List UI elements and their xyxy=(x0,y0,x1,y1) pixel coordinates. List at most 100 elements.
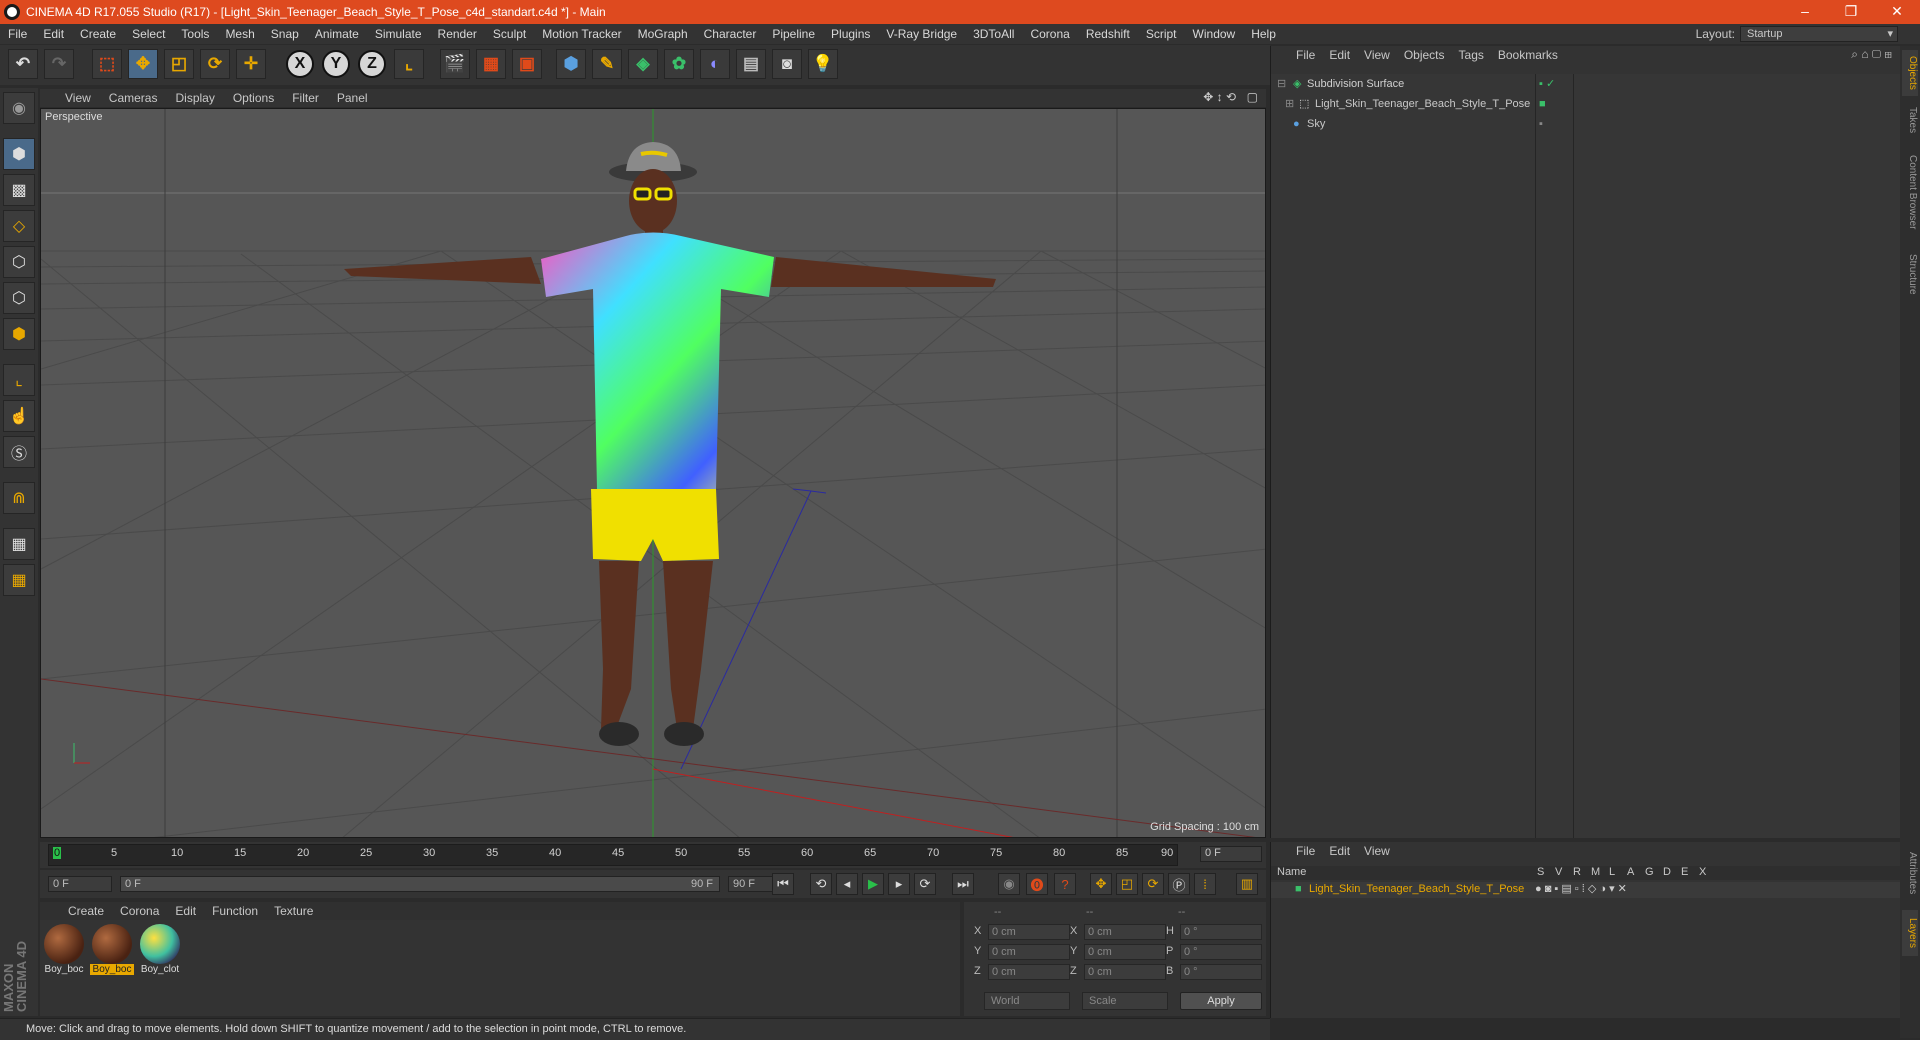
viewport-maximize-icon[interactable]: ▢ xyxy=(1247,90,1258,104)
playhead-marker[interactable]: 0 xyxy=(53,847,62,859)
workplane-lock-icon[interactable]: ▦ xyxy=(3,528,35,560)
object-name[interactable]: Light_Skin_Teenager_Beach_Style_T_Pose xyxy=(1315,94,1530,114)
subdivision-surface-icon[interactable]: ◈ xyxy=(628,49,658,79)
menu-tools[interactable]: Tools xyxy=(173,24,217,44)
menu-help[interactable]: Help xyxy=(1243,24,1284,44)
collapse-icon[interactable]: ⊟ xyxy=(1277,74,1286,94)
floor-environment-icon[interactable]: ▤ xyxy=(736,49,766,79)
next-frame-icon[interactable]: ▸ xyxy=(888,873,910,895)
coord-value[interactable]: 0 cm xyxy=(1084,924,1166,940)
solo-mode-icon[interactable]: Ⓢ xyxy=(3,436,35,468)
menu-vray-bridge[interactable]: V-Ray Bridge xyxy=(878,24,965,44)
points-mode-icon[interactable]: ⬡ xyxy=(3,246,35,278)
coord-value[interactable]: 0 cm xyxy=(988,964,1070,980)
menu-script[interactable]: Script xyxy=(1138,24,1185,44)
tab-layers[interactable]: Layers xyxy=(1902,910,1918,956)
layer-color-icon[interactable]: ■ xyxy=(1539,94,1546,114)
move-tool-icon[interactable]: ✥ xyxy=(128,49,158,79)
object-manager-search-icon[interactable]: ⌕ ⌂ ▢ ⊞ xyxy=(1851,47,1892,62)
y-axis-lock-button[interactable]: Y xyxy=(322,50,350,78)
coord-value[interactable]: 0 ° xyxy=(1180,964,1262,980)
material-swatch[interactable]: Boy_boc xyxy=(42,924,86,984)
material-menu-create[interactable]: Create xyxy=(60,904,112,918)
objects-menu-tags[interactable]: Tags xyxy=(1452,48,1491,62)
tweak-mode-icon[interactable]: ☝ xyxy=(3,400,35,432)
viewport-menu-panel[interactable]: Panel xyxy=(328,91,377,105)
current-frame-field[interactable]: 0 F xyxy=(1200,846,1262,862)
layers-menu-file[interactable]: File xyxy=(1289,844,1322,858)
menu-snap[interactable]: Snap xyxy=(263,24,307,44)
edges-mode-icon[interactable]: ⬡ xyxy=(3,282,35,314)
go-to-start-icon[interactable]: ⏮ xyxy=(772,873,794,895)
expand-icon[interactable]: ⊞ xyxy=(1285,94,1294,114)
key-scale-icon[interactable]: ◰ xyxy=(1116,873,1138,895)
pen-spline-icon[interactable]: ✎ xyxy=(592,49,622,79)
start-frame-field[interactable]: 0 F xyxy=(48,876,112,892)
scale-mode-dropdown[interactable]: Scale xyxy=(1082,992,1168,1010)
scale-tool-icon[interactable]: ◰ xyxy=(164,49,194,79)
object-name[interactable]: Subdivision Surface xyxy=(1307,74,1404,94)
layer-toggles-icon[interactable]: ● ◙ ▪ ▤ ▫ ⁞ ◇ ◑ ▾ ✕ xyxy=(1535,882,1627,895)
recent-tools-icon[interactable]: ✛ xyxy=(236,49,266,79)
key-position-icon[interactable]: ✥ xyxy=(1090,873,1112,895)
menu-animate[interactable]: Animate xyxy=(307,24,367,44)
objects-menu-objects[interactable]: Objects xyxy=(1397,48,1452,62)
objects-menu-file[interactable]: File xyxy=(1289,48,1322,62)
menu-render[interactable]: Render xyxy=(430,24,485,44)
layout-dropdown[interactable]: Startup xyxy=(1740,26,1898,42)
coord-value[interactable]: 0 ° xyxy=(1180,924,1262,940)
menu-edit[interactable]: Edit xyxy=(35,24,72,44)
key-pla-icon[interactable]: ⁞ xyxy=(1194,873,1216,895)
menu-create[interactable]: Create xyxy=(72,24,124,44)
render-view-icon[interactable]: 🎬 xyxy=(440,49,470,79)
texture-mode-icon[interactable]: ▩ xyxy=(3,174,35,206)
objects-menu-view[interactable]: View xyxy=(1357,48,1397,62)
coordinate-system-icon[interactable]: ⌞ xyxy=(394,49,424,79)
layer-name[interactable]: Light_Skin_Teenager_Beach_Style_T_Pose xyxy=(1309,883,1524,895)
coord-value[interactable]: 0 cm xyxy=(988,944,1070,960)
snap-magnet-icon[interactable]: ⋒ xyxy=(3,482,35,514)
menu-pipeline[interactable]: Pipeline xyxy=(764,24,823,44)
viewport-menu-view[interactable]: View xyxy=(56,91,100,105)
object-row[interactable]: ⊞ ⬚ Light_Skin_Teenager_Beach_Style_T_Po… xyxy=(1271,94,1901,114)
objects-menu-bookmarks[interactable]: Bookmarks xyxy=(1491,48,1565,62)
visibility-toggle-icon[interactable]: ▪ ✓ xyxy=(1539,74,1555,94)
go-to-end-icon[interactable]: ⏭ xyxy=(952,873,974,895)
viewport-menu-display[interactable]: Display xyxy=(166,91,223,105)
menu-plugins[interactable]: Plugins xyxy=(823,24,878,44)
z-axis-lock-button[interactable]: Z xyxy=(358,50,386,78)
model-mode-icon[interactable]: ⬢ xyxy=(3,138,35,170)
play-forward-icon[interactable]: ▶ xyxy=(862,873,884,895)
menu-redshift[interactable]: Redshift xyxy=(1078,24,1138,44)
undo-icon[interactable]: ↶ xyxy=(8,49,38,79)
render-settings-icon[interactable]: ▣ xyxy=(512,49,542,79)
rotate-tool-icon[interactable]: ⟳ xyxy=(200,49,230,79)
viewport-menu-cameras[interactable]: Cameras xyxy=(100,91,167,105)
light-icon[interactable]: 💡 xyxy=(808,49,838,79)
layers-menu-view[interactable]: View xyxy=(1357,844,1397,858)
objects-menu-edit[interactable]: Edit xyxy=(1322,48,1357,62)
menu-3dtoall[interactable]: 3DToAll xyxy=(965,24,1022,44)
material-menu-texture[interactable]: Texture xyxy=(266,904,321,918)
record-keys-icon[interactable]: ◉ xyxy=(998,873,1020,895)
array-mograph-icon[interactable]: ✿ xyxy=(664,49,694,79)
planar-workplane-icon[interactable]: ▦ xyxy=(3,564,35,596)
key-parameter-icon[interactable]: Ⓟ xyxy=(1168,873,1190,895)
viewport-menu-filter[interactable]: Filter xyxy=(283,91,328,105)
coord-value[interactable]: 0 cm xyxy=(1084,964,1166,980)
tab-takes[interactable]: Takes xyxy=(1902,102,1918,138)
redo-icon[interactable]: ↷ xyxy=(44,49,74,79)
minimize-button[interactable]: – xyxy=(1782,0,1828,24)
tab-objects[interactable]: Objects xyxy=(1902,50,1918,96)
x-axis-lock-button[interactable]: X xyxy=(286,50,314,78)
menu-file[interactable]: File xyxy=(0,24,35,44)
object-name[interactable]: Sky xyxy=(1307,114,1325,134)
material-swatch-selected[interactable]: Boy_boc xyxy=(90,924,134,984)
material-swatch[interactable]: Boy_clot xyxy=(138,924,182,984)
3d-viewport[interactable]: Perspective Grid Spacing : 100 cm xyxy=(40,108,1266,838)
menu-character[interactable]: Character xyxy=(696,24,765,44)
menu-mograph[interactable]: MoGraph xyxy=(630,24,696,44)
tab-content-browser[interactable]: Content Browser xyxy=(1902,144,1918,240)
polygons-mode-icon[interactable]: ⬢ xyxy=(3,318,35,350)
menu-window[interactable]: Window xyxy=(1185,24,1244,44)
